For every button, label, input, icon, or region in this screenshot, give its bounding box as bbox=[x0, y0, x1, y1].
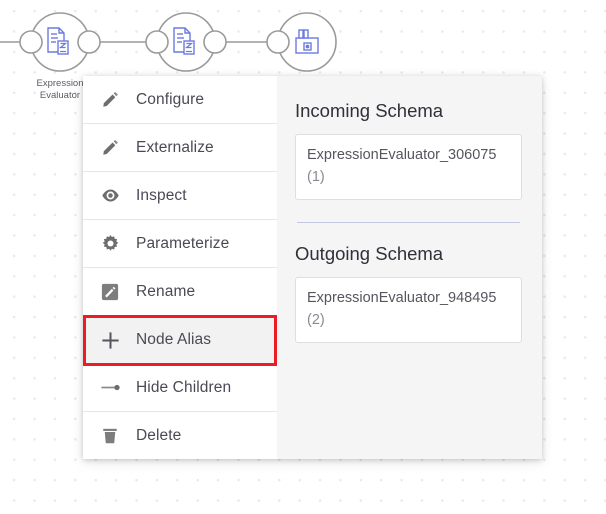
context-menu[interactable]: Configure Externalize Inspect Parameteri… bbox=[83, 76, 277, 459]
incoming-schema-box[interactable]: ExpressionEvaluator_306075 (1) bbox=[295, 134, 522, 200]
workflow-canvas[interactable]: Expression Evaluator Configure Externali… bbox=[0, 0, 606, 514]
menu-item-label: Hide Children bbox=[136, 378, 232, 396]
menu-item-hide-children[interactable]: Hide Children bbox=[83, 364, 277, 412]
menu-item-delete[interactable]: Delete bbox=[83, 412, 277, 459]
port-out-node-1[interactable] bbox=[77, 30, 101, 54]
gear-icon bbox=[99, 233, 121, 255]
schema-panel: Incoming Schema ExpressionEvaluator_3060… bbox=[277, 76, 542, 459]
menu-item-rename[interactable]: Rename bbox=[83, 268, 277, 316]
menu-item-label: Delete bbox=[136, 426, 182, 444]
menu-item-label: Parameterize bbox=[136, 234, 230, 252]
menu-item-configure[interactable]: Configure bbox=[83, 76, 277, 124]
port-out-node-2[interactable] bbox=[203, 30, 227, 54]
node-context-popup: Configure Externalize Inspect Parameteri… bbox=[83, 76, 542, 459]
menu-item-label: Externalize bbox=[136, 138, 214, 156]
menu-item-label: Node Alias bbox=[136, 331, 212, 348]
trash-icon bbox=[99, 425, 121, 447]
outgoing-schema-count: (2) bbox=[307, 312, 325, 328]
pencil-icon bbox=[99, 137, 121, 159]
menu-item-label: Configure bbox=[136, 90, 205, 108]
pencil-icon bbox=[99, 89, 121, 111]
menu-item-inspect[interactable]: Inspect bbox=[83, 172, 277, 220]
rename-square-icon bbox=[99, 281, 121, 303]
schema-divider bbox=[297, 222, 520, 223]
port-in-node-3[interactable] bbox=[266, 30, 290, 54]
plus-icon bbox=[99, 329, 121, 351]
incoming-schema-title: Incoming Schema bbox=[295, 100, 444, 121]
menu-item-label: Rename bbox=[136, 282, 196, 300]
port-in-node-1[interactable] bbox=[19, 30, 43, 54]
incoming-schema-count: (1) bbox=[307, 169, 325, 185]
incoming-schema-value: ExpressionEvaluator_306075 bbox=[307, 147, 497, 163]
outgoing-schema-box[interactable]: ExpressionEvaluator_948495 (2) bbox=[295, 277, 522, 343]
menu-item-node-alias[interactable]: Node Alias bbox=[83, 316, 277, 364]
menu-item-externalize[interactable]: Externalize bbox=[83, 124, 277, 172]
menu-item-parameterize[interactable]: Parameterize bbox=[83, 220, 277, 268]
eye-icon bbox=[99, 185, 121, 207]
outgoing-schema-title: Outgoing Schema bbox=[295, 243, 444, 264]
port-in-node-2[interactable] bbox=[145, 30, 169, 54]
menu-item-label: Inspect bbox=[136, 186, 187, 204]
hide-children-icon bbox=[99, 377, 121, 399]
outgoing-schema-value: ExpressionEvaluator_948495 bbox=[307, 290, 497, 306]
